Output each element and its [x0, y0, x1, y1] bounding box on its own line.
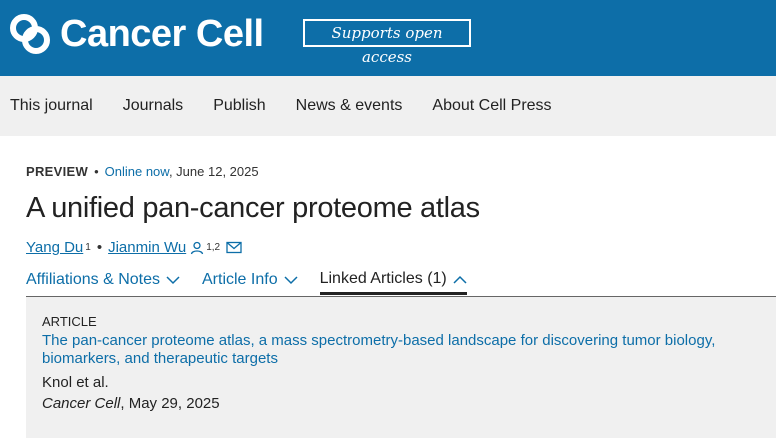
separator-dot: • [94, 164, 99, 179]
chevron-up-icon [453, 275, 467, 284]
site-header: Cancer Cell Supports open access [0, 0, 776, 76]
article-title: A unified pan-cancer proteome atlas [26, 192, 480, 224]
article-type: PREVIEW [26, 164, 89, 179]
person-icon[interactable] [190, 241, 204, 255]
tab-article-info[interactable]: Article Info [202, 266, 298, 294]
tab-linked-articles[interactable]: Linked Articles (1) [319, 266, 467, 295]
nav-news-events[interactable]: News & events [296, 97, 403, 115]
nav-about-cell-press[interactable]: About Cell Press [432, 97, 551, 115]
nav-this-journal[interactable]: This journal [10, 97, 93, 115]
tab-label: Linked Articles (1) [319, 270, 447, 287]
chevron-down-icon [284, 275, 298, 284]
author-yang-du[interactable]: Yang Du [26, 239, 83, 256]
nav-publish[interactable]: Publish [213, 97, 265, 115]
linked-article-source: Cancer Cell, May 29, 2025 [42, 395, 220, 412]
linked-article-date: , May 29, 2025 [120, 395, 220, 412]
article-content: PREVIEW • Online now, June 12, 2025 A unif… [0, 136, 776, 438]
publication-date: , June 12, 2025 [168, 164, 259, 179]
tab-affiliations-notes[interactable]: Affiliations & Notes [26, 266, 180, 294]
open-access-badge[interactable]: Supports open access [303, 19, 471, 66]
tab-label: Affiliations & Notes [26, 271, 160, 288]
separator-dot: • [96, 239, 103, 256]
author-jianmin-wu[interactable]: Jianmin Wu [108, 239, 186, 256]
article-meta: PREVIEW • Online now, June 12, 2025 [26, 164, 259, 179]
linked-article-panel: ARTICLE The pan-cancer proteome atlas, a… [26, 297, 776, 438]
main-nav: This journal Journals Publish News & eve… [0, 76, 776, 136]
linked-article-journal: Cancer Cell [42, 395, 121, 412]
linked-article-type: ARTICLE [42, 314, 97, 329]
nav-journals[interactable]: Journals [123, 97, 183, 115]
cell-press-logo-icon[interactable] [10, 14, 50, 54]
author-list: Yang Du 1 • Jianmin Wu 1,2 [26, 239, 242, 256]
online-now-link[interactable]: Online now [105, 164, 169, 179]
linked-article-title-link[interactable]: The pan-cancer proteome atlas, a mass sp… [42, 332, 767, 368]
author-affiliation-sup: 1 [85, 242, 91, 253]
article-tabs: Affiliations & Notes Article Info Linked… [26, 266, 776, 297]
journal-brand[interactable]: Cancer Cell [60, 12, 264, 56]
email-icon[interactable] [226, 241, 242, 254]
tab-label: Article Info [202, 271, 278, 288]
author-affiliation-sup: 1,2 [206, 242, 221, 253]
chevron-down-icon [166, 275, 180, 284]
linked-article-authors: Knol et al. [42, 374, 109, 391]
